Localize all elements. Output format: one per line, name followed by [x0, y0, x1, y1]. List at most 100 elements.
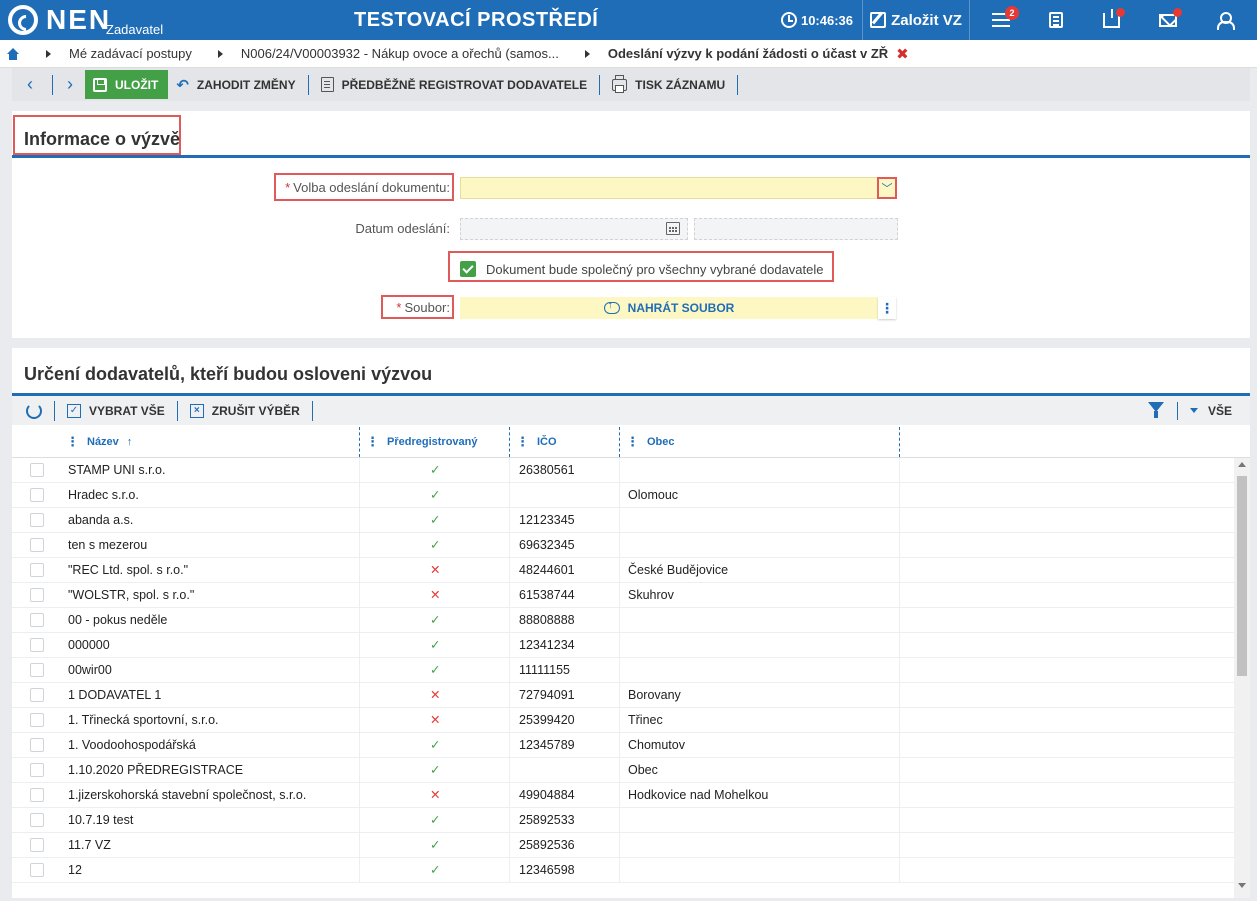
- row-checkbox[interactable]: [30, 613, 44, 627]
- row-checkbox[interactable]: [30, 488, 44, 502]
- table-row[interactable]: 00wir00 ✓ 11111155: [12, 658, 1234, 683]
- column-divider: [619, 833, 620, 858]
- column-header-ico[interactable]: ⋮ IČO: [510, 425, 557, 458]
- row-checkbox[interactable]: [30, 588, 44, 602]
- chevron-right-icon: ›: [67, 74, 73, 94]
- row-checkbox[interactable]: [30, 563, 44, 577]
- column-header-city[interactable]: ⋮ Obec: [620, 425, 675, 458]
- cell-name: 00 - pokus neděle: [68, 613, 168, 627]
- breadcrumb-item[interactable]: N006/24/V00003932 - Nákup ovoce a ořechů…: [241, 46, 559, 61]
- table-row[interactable]: 1.jizerskohorská stavební společnost, s.…: [12, 783, 1234, 808]
- clear-selection-button[interactable]: × ZRUŠIT VÝBĚR: [182, 403, 308, 418]
- row-checkbox[interactable]: [30, 713, 44, 727]
- column-divider: [619, 808, 620, 833]
- column-menu-icon[interactable]: ⋮: [66, 434, 79, 450]
- table-row[interactable]: Hradec s.r.o. ✓ Olomouc: [12, 483, 1234, 508]
- calculator-button[interactable]: [1040, 0, 1072, 40]
- inbox-button[interactable]: [1095, 0, 1127, 40]
- user-button[interactable]: [1208, 0, 1240, 40]
- filter-all-dropdown[interactable]: VŠE: [1189, 396, 1232, 425]
- cell-ico: 72794091: [519, 688, 575, 702]
- table-row[interactable]: 1. Třinecká sportovní, s.r.o. ✕ 25399420 Tř…: [12, 708, 1234, 733]
- row-checkbox[interactable]: [30, 513, 44, 527]
- table-row[interactable]: 1. Voodoohospodářská ✓ 12345789 Chomutov: [12, 733, 1234, 758]
- table-row[interactable]: "REC Ltd. spol. s r.o." ✕ 48244601 České Bu…: [12, 558, 1234, 583]
- table-row[interactable]: 12 ✓ 12346598: [12, 858, 1234, 883]
- table-row[interactable]: ten s mezerou ✓ 69632345: [12, 533, 1234, 558]
- column-divider[interactable]: [899, 427, 900, 457]
- column-divider: [619, 633, 620, 658]
- cell-name: 1. Třinecká sportovní, s.r.o.: [68, 713, 219, 727]
- back-button[interactable]: ‹: [12, 68, 48, 101]
- more-options-icon[interactable]: ⋮: [878, 297, 896, 319]
- environment-title: TESTOVACÍ PROSTŘEDÍ: [354, 9, 599, 31]
- column-divider: [899, 833, 900, 858]
- row-checkbox[interactable]: [30, 813, 44, 827]
- time-input[interactable]: [694, 218, 898, 240]
- column-menu-icon[interactable]: ⋮: [516, 434, 529, 450]
- edit-icon: [870, 12, 887, 28]
- refresh-icon[interactable]: [26, 402, 42, 419]
- row-checkbox[interactable]: [30, 463, 44, 477]
- discard-changes-button[interactable]: ↶ ZAHODIT ZMĚNY: [168, 68, 303, 101]
- row-checkbox[interactable]: [30, 663, 44, 677]
- row-checkbox[interactable]: [30, 638, 44, 652]
- scroll-up-icon[interactable]: [1238, 462, 1246, 467]
- forward-button[interactable]: ›: [57, 68, 83, 101]
- row-checkbox[interactable]: [30, 763, 44, 777]
- table-row[interactable]: 1.10.2020 PŘEDREGISTRACE ✓ Obec: [12, 758, 1234, 783]
- common-doc-checkbox[interactable]: [460, 261, 476, 277]
- table-row[interactable]: "WOLSTR, spol. s r.o." ✕ 61538744 Skuhrov: [12, 583, 1234, 608]
- table-row[interactable]: 000000 ✓ 12341234: [12, 633, 1234, 658]
- table-row[interactable]: 10.7.19 test ✓ 25892533: [12, 808, 1234, 833]
- scroll-thumb[interactable]: [1237, 476, 1247, 676]
- calendar-icon[interactable]: [666, 222, 680, 235]
- table-row[interactable]: 11.7 VZ ✓ 25892536: [12, 833, 1234, 858]
- row-checkbox[interactable]: [30, 863, 44, 877]
- create-vz-button[interactable]: Založit VZ: [862, 0, 970, 40]
- table-row[interactable]: abanda a.s. ✓ 12123345: [12, 508, 1234, 533]
- filter-icon[interactable]: [1148, 402, 1164, 418]
- chevron-down-icon[interactable]: ﹀: [877, 177, 897, 199]
- column-header-preregistered[interactable]: ⋮ Předregistrovaný: [360, 425, 477, 458]
- table-row[interactable]: 00 - pokus neděle ✓ 88808888: [12, 608, 1234, 633]
- preregister-supplier-button[interactable]: PŘEDBĚŽNĚ REGISTROVAT DODAVATELE: [313, 68, 596, 101]
- row-checkbox[interactable]: [30, 738, 44, 752]
- mail-button[interactable]: [1152, 0, 1184, 40]
- nen-logo-icon[interactable]: [8, 5, 38, 35]
- column-header-name[interactable]: ⋮ Název ↑: [60, 425, 132, 458]
- divider: [54, 400, 55, 421]
- column-divider: [509, 758, 510, 783]
- column-divider: [899, 458, 900, 483]
- column-menu-icon[interactable]: ⋮: [366, 434, 379, 450]
- logo-text[interactable]: NEN: [46, 4, 111, 36]
- column-divider: [509, 633, 510, 658]
- check-icon: ✓: [430, 863, 441, 877]
- save-button[interactable]: ULOŽIT: [85, 70, 169, 99]
- divider: [176, 400, 178, 421]
- filter-all-label: VŠE: [1207, 403, 1232, 418]
- row-checkbox[interactable]: [30, 838, 44, 852]
- select-all-button[interactable]: ✓ VYBRAT VŠE: [59, 403, 173, 418]
- row-checkbox[interactable]: [30, 688, 44, 702]
- menu-button[interactable]: 2: [985, 0, 1019, 40]
- scroll-down-icon[interactable]: [1238, 883, 1246, 888]
- close-tab-icon[interactable]: ✖: [896, 45, 909, 63]
- grid-scrollbar[interactable]: [1234, 458, 1250, 898]
- printer-icon: [612, 74, 628, 93]
- send-choice-select[interactable]: [460, 177, 878, 199]
- column-menu-icon[interactable]: ⋮: [626, 434, 639, 450]
- column-divider: [899, 508, 900, 533]
- print-record-button[interactable]: TISK ZÁZNAMU: [604, 68, 733, 101]
- home-icon[interactable]: [6, 47, 20, 60]
- table-row[interactable]: 1 DODAVATEL 1 ✕ 72794091 Borovany: [12, 683, 1234, 708]
- table-row[interactable]: STAMP UNI s.r.o. ✓ 26380561: [12, 458, 1234, 483]
- date-input[interactable]: [460, 218, 688, 240]
- upload-file-button[interactable]: NAHRÁT SOUBOR: [460, 297, 878, 319]
- column-divider: [509, 733, 510, 758]
- save-label: ULOŽIT: [115, 77, 159, 92]
- row-checkbox[interactable]: [30, 538, 44, 552]
- breadcrumb-item[interactable]: Mé zadávací postupy: [69, 46, 192, 61]
- column-divider: [509, 483, 510, 508]
- row-checkbox[interactable]: [30, 788, 44, 802]
